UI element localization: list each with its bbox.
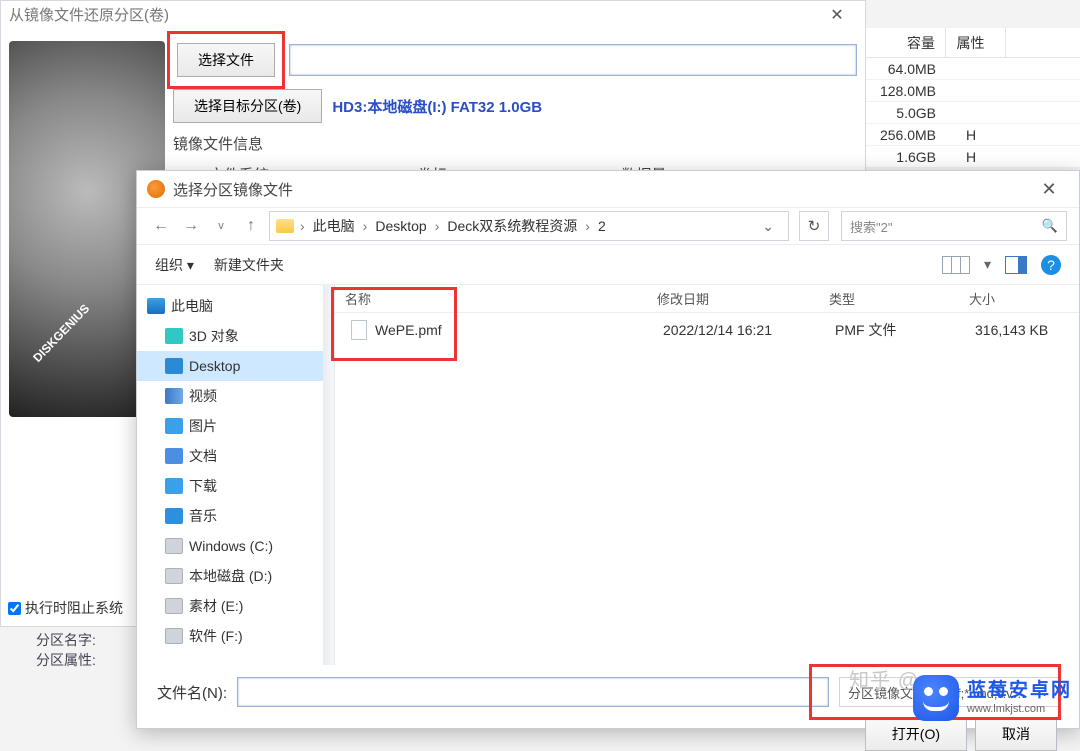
up-icon[interactable]: ↑ bbox=[239, 214, 263, 238]
filename-input[interactable] bbox=[237, 677, 829, 707]
music-icon bbox=[165, 508, 183, 524]
tree-item-drive-e[interactable]: 素材 (E:) bbox=[137, 591, 326, 621]
chevron-down-icon[interactable]: ▾ bbox=[984, 256, 991, 273]
forward-icon[interactable]: → bbox=[179, 214, 203, 238]
block-system-checkbox-row[interactable]: 执行时阻止系统 bbox=[8, 598, 123, 618]
partition-info-labels: 分区名字: 分区属性: bbox=[36, 630, 96, 670]
open-dialog-title: 选择分区镜像文件 bbox=[173, 179, 1029, 200]
tree-item-music[interactable]: 音乐 bbox=[137, 501, 326, 531]
capacity-table: 容量 属性 64.0MB 128.0MB 5.0GB 256.0MBH 1.6G… bbox=[866, 28, 1080, 168]
close-icon[interactable]: ✕ bbox=[1029, 179, 1069, 200]
file-size: 316,143 KB bbox=[975, 322, 1079, 338]
table-row: 256.0MBH bbox=[866, 124, 1080, 146]
file-date: 2022/12/14 16:21 bbox=[663, 322, 835, 338]
preview-pane-icon[interactable] bbox=[1005, 256, 1027, 274]
table-row: 128.0MB bbox=[866, 80, 1080, 102]
open-button[interactable]: 打开(O) bbox=[865, 717, 967, 751]
chevron-right-icon[interactable]: › bbox=[433, 218, 442, 234]
table-row: 64.0MB bbox=[866, 58, 1080, 80]
crumb-folder2[interactable]: 2 bbox=[592, 218, 612, 234]
breadcrumb[interactable]: › 此电脑 › Desktop › Deck双系统教程资源 › 2 ⌄ bbox=[269, 211, 789, 241]
file-type: PMF 文件 bbox=[835, 320, 975, 340]
col-name[interactable]: 名称 bbox=[345, 289, 657, 308]
cancel-button[interactable]: 取消 bbox=[975, 717, 1057, 751]
tree-item-3d[interactable]: 3D 对象 bbox=[137, 321, 326, 351]
image-info-title: 镜像文件信息 bbox=[173, 133, 857, 154]
chevron-down-icon[interactable]: ⌄ bbox=[754, 218, 782, 235]
drive-icon bbox=[165, 568, 183, 584]
crumb-folder1[interactable]: Deck双系统教程资源 bbox=[441, 216, 583, 236]
drive-icon bbox=[165, 598, 183, 614]
recent-dropdown-icon[interactable]: v bbox=[209, 214, 233, 238]
file-list-area: 名称 修改日期 类型 大小 WePE.pmf 2022/12/14 16:21 … bbox=[327, 285, 1079, 665]
tree-item-video[interactable]: 视频 bbox=[137, 381, 326, 411]
desktop-icon bbox=[165, 358, 183, 374]
tree-item-pictures[interactable]: 图片 bbox=[137, 411, 326, 441]
document-icon bbox=[165, 448, 183, 464]
filename-label: 文件名(N): bbox=[157, 682, 227, 703]
partition-name-label: 分区名字: bbox=[36, 630, 96, 650]
tree-item-desktop[interactable]: Desktop bbox=[137, 351, 326, 381]
file-row[interactable]: WePE.pmf 2022/12/14 16:21 PMF 文件 316,143… bbox=[333, 313, 1079, 347]
block-system-checkbox[interactable] bbox=[8, 602, 21, 615]
file-icon bbox=[351, 320, 367, 340]
search-input[interactable]: 搜索"2" 🔍 bbox=[841, 211, 1067, 241]
drive-icon bbox=[165, 538, 183, 554]
chevron-down-icon: ⌄ bbox=[1039, 684, 1050, 700]
file-open-dialog: 选择分区镜像文件 ✕ ← → v ↑ › 此电脑 › Desktop › Dec… bbox=[136, 170, 1080, 729]
cube-icon bbox=[165, 328, 183, 344]
organize-menu[interactable]: 组织 ▾ bbox=[155, 255, 194, 275]
table-row: 1.6GBH bbox=[866, 146, 1080, 168]
select-file-button[interactable]: 选择文件 bbox=[177, 43, 275, 77]
capacity-header-size: 容量 bbox=[866, 28, 946, 57]
tree-item-drive-f[interactable]: 软件 (F:) bbox=[137, 621, 326, 651]
video-icon bbox=[165, 388, 183, 404]
search-icon: 🔍 bbox=[1042, 218, 1058, 234]
file-filter-dropdown[interactable]: 分区镜像文件(*.pmf;*.vhd;*.v… ⌄ bbox=[839, 677, 1059, 707]
diskgenius-icon bbox=[147, 180, 165, 198]
folder-icon bbox=[276, 219, 294, 233]
image-file-path-field[interactable] bbox=[289, 44, 857, 76]
file-name: WePE.pmf bbox=[375, 322, 442, 338]
capacity-header-attr: 属性 bbox=[946, 28, 1006, 57]
restore-dialog-title: 从镜像文件还原分区(卷) bbox=[9, 1, 169, 31]
close-icon[interactable]: ✕ bbox=[817, 1, 857, 31]
chevron-right-icon[interactable]: › bbox=[361, 218, 370, 234]
pc-icon bbox=[147, 298, 165, 314]
drive-icon bbox=[165, 628, 183, 644]
help-icon[interactable]: ? bbox=[1041, 255, 1061, 275]
chevron-right-icon[interactable]: › bbox=[298, 218, 307, 234]
tree-item-documents[interactable]: 文档 bbox=[137, 441, 326, 471]
tree-item-drive-d[interactable]: 本地磁盘 (D:) bbox=[137, 561, 326, 591]
refresh-button[interactable]: ↻ bbox=[799, 211, 829, 241]
partition-attr-label: 分区属性: bbox=[36, 650, 96, 670]
new-folder-button[interactable]: 新建文件夹 bbox=[214, 255, 284, 275]
resize-handle[interactable] bbox=[323, 285, 335, 665]
target-partition-text: HD3:本地磁盘(I:) FAT32 1.0GB bbox=[332, 96, 542, 117]
picture-icon bbox=[165, 418, 183, 434]
view-mode-icon[interactable] bbox=[942, 256, 970, 274]
col-type[interactable]: 类型 bbox=[829, 289, 969, 308]
search-placeholder: 搜索"2" bbox=[850, 217, 892, 236]
tree-item-drive-c[interactable]: Windows (C:) bbox=[137, 531, 326, 561]
crumb-desktop[interactable]: Desktop bbox=[369, 218, 432, 234]
back-icon[interactable]: ← bbox=[149, 214, 173, 238]
nav-tree: 此电脑 3D 对象 Desktop 视频 图片 文档 下载 音乐 Windows… bbox=[137, 285, 327, 665]
tree-item-downloads[interactable]: 下载 bbox=[137, 471, 326, 501]
download-icon bbox=[165, 478, 183, 494]
col-date[interactable]: 修改日期 bbox=[657, 289, 829, 308]
chevron-right-icon[interactable]: › bbox=[583, 218, 592, 234]
diskgenius-badge: DISKGENIUS bbox=[9, 279, 114, 387]
tree-item-pc[interactable]: 此电脑 bbox=[137, 291, 326, 321]
block-system-label: 执行时阻止系统 bbox=[25, 598, 123, 618]
table-row: 5.0GB bbox=[866, 102, 1080, 124]
select-target-button[interactable]: 选择目标分区(卷) bbox=[173, 89, 322, 123]
crumb-pc[interactable]: 此电脑 bbox=[307, 216, 361, 236]
col-size[interactable]: 大小 bbox=[969, 289, 1079, 308]
